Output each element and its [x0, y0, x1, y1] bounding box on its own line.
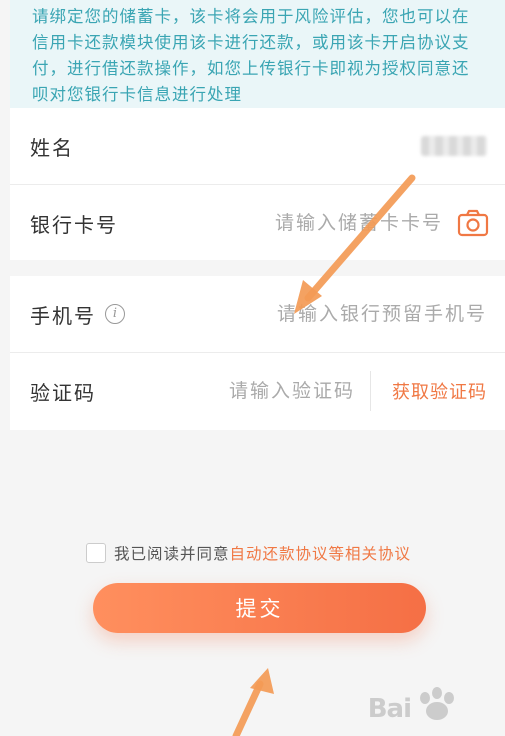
bind-card-notice: 请绑定您的储蓄卡，该卡将会用于风险评估，您也可以在信用卡还款模块使用该卡进行还款…	[10, 0, 505, 108]
paw-icon	[420, 687, 454, 720]
code-divider	[370, 371, 371, 411]
get-code-button[interactable]: 获取验证码	[392, 378, 487, 404]
watermark-logo: Bai	[367, 694, 412, 724]
name-row: 姓名	[10, 108, 505, 184]
info-icon[interactable]: i	[105, 304, 125, 324]
code-row: 验证码 获取验证码	[10, 353, 505, 429]
phone-row: 手机号 i	[10, 276, 505, 352]
card-number-row: 银行卡号	[10, 185, 505, 261]
code-label: 验证码	[30, 380, 96, 405]
agreement-prefix: 我已阅读并同意	[114, 545, 230, 563]
phone-label: 手机号	[30, 303, 96, 328]
agreement-row: 我已阅读并同意 自动还款协议等相关协议	[86, 541, 411, 565]
code-input[interactable]	[185, 380, 355, 402]
submit-button[interactable]: 提交	[93, 583, 426, 633]
card-info-section: 姓名 银行卡号	[10, 108, 505, 260]
phone-section: 手机号 i 验证码 获取验证码	[10, 276, 505, 430]
watermark: Bai	[368, 684, 471, 724]
name-label: 姓名	[30, 135, 74, 160]
agreement-link[interactable]: 自动还款协议等相关协议	[230, 542, 412, 564]
camera-icon[interactable]	[457, 209, 489, 237]
phone-input[interactable]	[247, 303, 487, 325]
agreement-checkbox[interactable]	[86, 543, 106, 563]
notice-text: 请绑定您的储蓄卡，该卡将会用于风险评估，您也可以在信用卡还款模块使用该卡进行还款…	[32, 7, 470, 104]
card-number-label: 银行卡号	[30, 212, 118, 237]
name-value-blurred	[421, 136, 487, 156]
card-number-input[interactable]	[223, 212, 443, 234]
